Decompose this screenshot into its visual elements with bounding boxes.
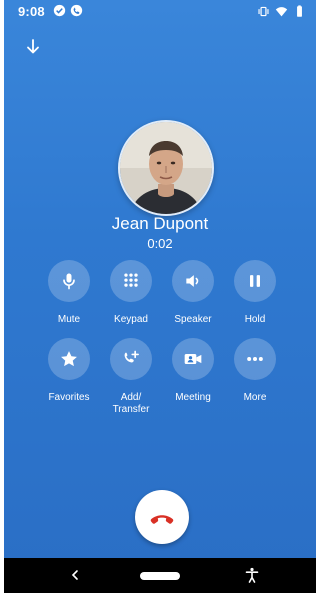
chevron-left-icon[interactable]: [68, 568, 82, 582]
add-call-icon: [124, 350, 139, 363]
call-screen: 9:08 Jean Dupont 0:02 Mute Keypad Speake…: [4, 0, 316, 593]
wifi-icon: [275, 7, 288, 17]
more-dots-icon: [247, 357, 263, 361]
status-time: 9:08: [18, 4, 45, 19]
video-camera-icon: [184, 354, 202, 364]
hang-up-icon: [150, 515, 174, 524]
caller-avatar: [118, 120, 214, 216]
status-bar: 9:08: [4, 0, 316, 24]
home-pill[interactable]: [140, 572, 180, 580]
hold-button[interactable]: Hold: [219, 260, 291, 326]
minimize-button[interactable]: [22, 36, 44, 58]
pause-icon: [250, 275, 260, 287]
microphone-icon: [63, 273, 75, 290]
battery-icon: [297, 5, 302, 17]
call-timer: 0:02: [147, 236, 173, 251]
dialpad-icon: [124, 273, 138, 287]
accessibility-icon[interactable]: [244, 567, 260, 583]
more-button[interactable]: More: [219, 338, 291, 404]
navigation-bar: [4, 558, 316, 593]
speaker-icon: [186, 275, 199, 287]
vibrate-icon: [258, 6, 269, 17]
end-call-button[interactable]: [135, 490, 189, 544]
star-icon: [61, 351, 77, 367]
check-circle-icon: [53, 4, 66, 17]
more-label: More: [243, 392, 267, 403]
phone-circle-icon: [70, 4, 83, 17]
hold-label: Hold: [244, 314, 266, 325]
arrow-down-icon: [27, 39, 39, 54]
caller-name: Jean Dupont: [111, 214, 209, 233]
